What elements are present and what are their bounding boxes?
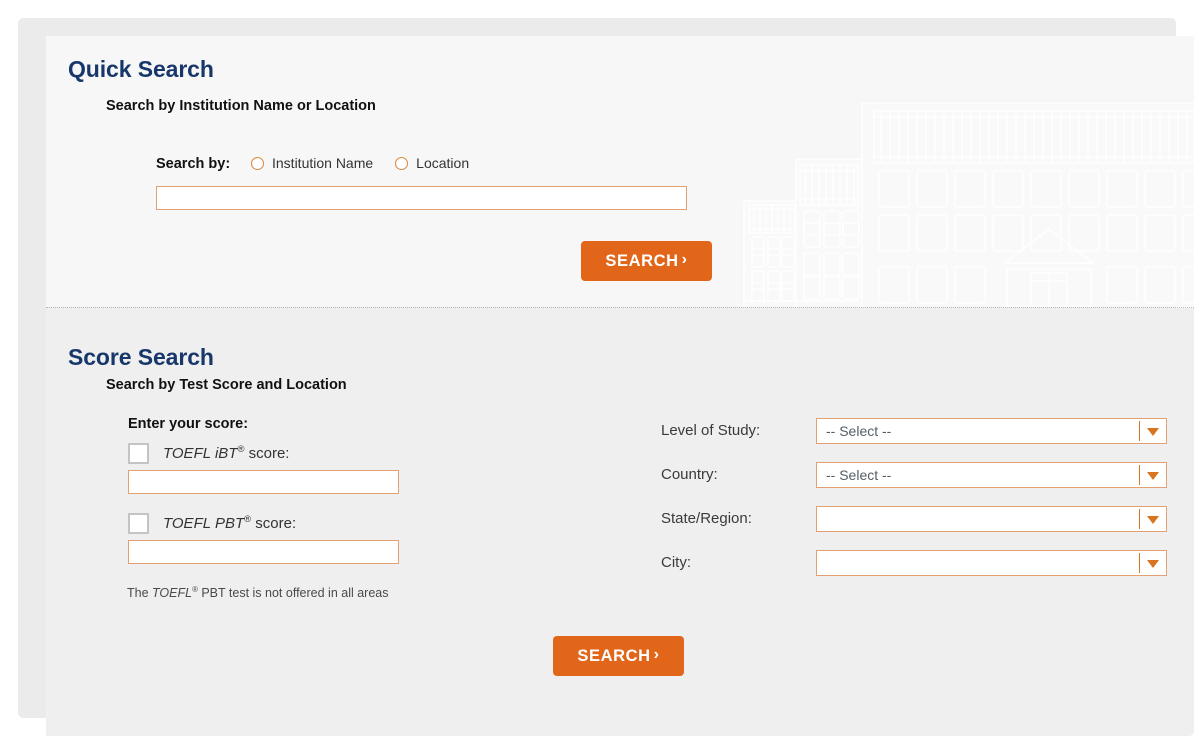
dropdown-separator	[1139, 465, 1140, 485]
toefl-ibt-label-suffix: score:	[244, 445, 290, 462]
chevron-right-icon: ›	[653, 646, 660, 663]
dropdown-country[interactable]: -- Select --	[816, 462, 1167, 488]
toefl-ibt-label: TOEFL iBT® score:	[163, 445, 289, 462]
pbt-note-after: PBT test is not offered in all areas	[197, 586, 389, 600]
filter-label-level-of-study: Level of Study:	[661, 422, 761, 439]
dropdown-value-level-of-study: -- Select --	[826, 423, 892, 439]
quick-search-title: Quick Search	[68, 56, 214, 82]
filter-label-state-region: State/Region:	[661, 510, 752, 527]
radio-circle-icon[interactable]	[251, 156, 264, 170]
search-by-label: Search by:	[156, 156, 231, 172]
quick-search-panel: Quick Search Search by Institution Name …	[46, 36, 1194, 307]
score-search-button-label: SEARCH	[577, 646, 651, 665]
quick-search-subtitle: Search by Institution Name or Location	[106, 98, 376, 114]
dropdown-level-of-study[interactable]: -- Select --	[816, 418, 1167, 444]
pbt-note-before: The	[127, 586, 153, 600]
radio-circle-icon[interactable]	[395, 156, 409, 170]
toefl-pbt-label-name: TOEFL PBT	[163, 515, 245, 532]
dropdown-city[interactable]	[816, 550, 1167, 576]
toefl-ibt-checkbox-row[interactable]: TOEFL iBT® score:	[128, 443, 289, 464]
chevron-down-icon[interactable]	[1147, 472, 1159, 480]
radio-label-location: Location	[416, 155, 470, 171]
quick-search-button-label: SEARCH	[605, 251, 679, 270]
filter-label-country: Country:	[661, 466, 718, 483]
chevron-down-icon[interactable]	[1147, 560, 1159, 568]
chevron-down-icon[interactable]	[1147, 516, 1159, 524]
dropdown-separator	[1139, 509, 1140, 529]
dropdown-state-region[interactable]	[816, 506, 1167, 532]
dropdown-value-country: -- Select --	[826, 467, 892, 483]
dropdown-separator	[1139, 553, 1140, 573]
dropdown-separator	[1139, 421, 1140, 441]
radio-option-location[interactable]: Location	[395, 155, 469, 171]
radio-label-institution-name: Institution Name	[272, 155, 374, 171]
quick-search-submit-button[interactable]: SEARCH ›	[581, 241, 712, 281]
toefl-pbt-label-suffix: score:	[251, 515, 297, 532]
score-search-title: Score Search	[68, 344, 214, 370]
campus-buildings-illustration	[743, 102, 1194, 307]
checkbox-icon-pbt[interactable]	[128, 513, 149, 534]
quick-search-input[interactable]	[156, 186, 687, 210]
radio-option-institution-name[interactable]: Institution Name	[251, 155, 373, 171]
checkbox-icon-ibt[interactable]	[128, 443, 149, 464]
toefl-ibt-label-name: TOEFL iBT	[163, 445, 238, 462]
toefl-pbt-label: TOEFL PBT® score:	[163, 515, 296, 532]
toefl-pbt-score-input[interactable]	[128, 540, 399, 564]
enter-your-score-label: Enter your score:	[128, 416, 249, 432]
chevron-down-icon[interactable]	[1147, 428, 1159, 436]
search-by-radio-group: Institution Name Location	[251, 155, 469, 171]
toefl-pbt-checkbox-row[interactable]: TOEFL PBT® score:	[128, 513, 296, 534]
chevron-right-icon: ›	[681, 251, 688, 268]
pbt-availability-note: The TOEFL® PBT test is not offered in al…	[127, 585, 389, 600]
toefl-ibt-score-input[interactable]	[128, 470, 399, 494]
page-frame: Quick Search Search by Institution Name …	[18, 18, 1194, 736]
pbt-note-toefl: TOEFL	[152, 586, 193, 600]
score-search-subtitle: Search by Test Score and Location	[106, 377, 347, 393]
score-search-submit-button[interactable]: SEARCH ›	[553, 636, 684, 676]
filter-label-city: City:	[661, 554, 691, 571]
